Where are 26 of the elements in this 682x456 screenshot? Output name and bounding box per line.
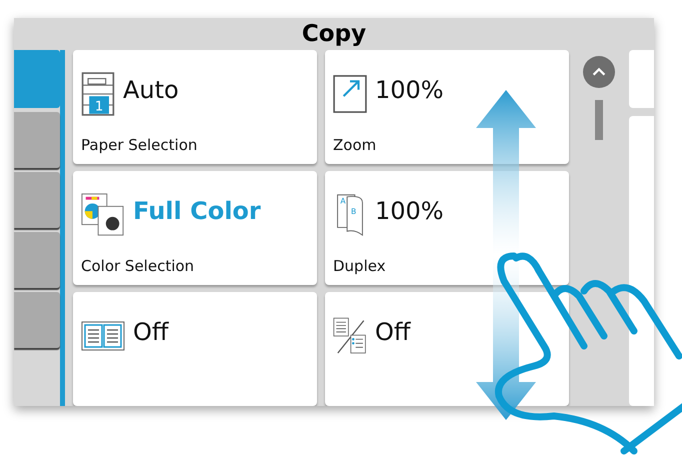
setting-value: Off (133, 317, 168, 346)
side-tab[interactable] (14, 232, 60, 288)
setting-card[interactable]: Full Color Color Selection (73, 171, 317, 285)
setting-value: Auto (123, 75, 179, 104)
setting-value: 100% (375, 75, 444, 104)
paper-tray-icon: 1 (81, 72, 115, 116)
side-tab[interactable] (14, 292, 60, 348)
setting-value: 100% (375, 196, 444, 225)
setting-label: Paper Selection (81, 136, 198, 154)
setting-label: Zoom (333, 136, 378, 154)
setting-label: Color Selection (81, 257, 196, 275)
setting-card[interactable]: Off (73, 292, 317, 406)
scroll-up-button[interactable] (583, 56, 615, 88)
scroll-thumb[interactable] (595, 100, 603, 140)
setting-value: Full Color (133, 196, 261, 225)
setting-value: Off (375, 317, 410, 346)
setting-card[interactable]: 1 Auto Paper Selection (73, 50, 317, 164)
color-pages-icon (81, 193, 125, 237)
side-tab[interactable] (14, 112, 60, 168)
side-tab[interactable] (14, 50, 60, 108)
side-tab[interactable] (14, 172, 60, 228)
screen-title: Copy (302, 21, 366, 47)
setting-card[interactable]: 100% Zoom (325, 50, 569, 164)
side-card[interactable] (629, 116, 654, 406)
setting-label: Duplex (333, 257, 387, 275)
zoom-icon (333, 72, 367, 116)
